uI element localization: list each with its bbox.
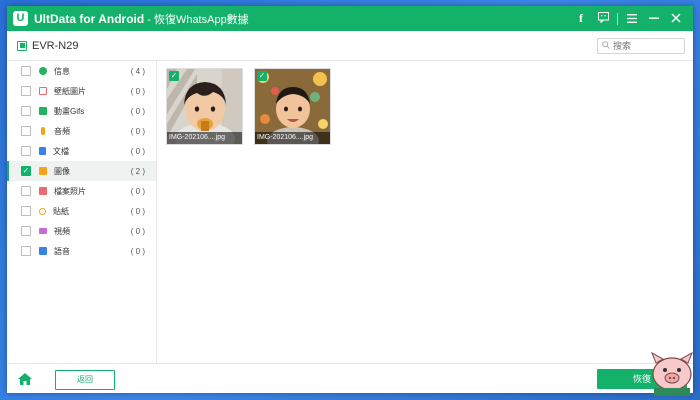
category-count: ( 0 ) xyxy=(130,226,145,236)
voice-icon xyxy=(39,247,47,255)
category-label: 信息 xyxy=(54,66,70,76)
thumbnail-filename: IMG-202106....jpg xyxy=(167,132,242,144)
feedback-icon[interactable] xyxy=(592,11,614,26)
category-checkbox[interactable] xyxy=(21,66,31,76)
app-window: U UltData for Android - 恢復WhatsApp數據 f E… xyxy=(7,6,693,393)
image-thumbnail[interactable]: ✓ IMG-202106....jpg xyxy=(254,68,331,145)
category-checkbox[interactable] xyxy=(21,206,31,216)
message-icon xyxy=(39,67,47,75)
app-logo-icon: U xyxy=(13,11,28,26)
category-label: 音頻 xyxy=(54,126,70,136)
category-checkbox[interactable]: ✓ xyxy=(21,166,31,176)
gif-icon xyxy=(39,107,47,115)
category-count: ( 0 ) xyxy=(130,186,145,196)
category-row-gif[interactable]: 動畫Gifs ( 0 ) xyxy=(7,101,156,121)
category-checkbox[interactable] xyxy=(21,126,31,136)
category-row-document[interactable]: 文檔 ( 0 ) xyxy=(7,141,156,161)
category-label: 動畫Gifs xyxy=(54,106,85,116)
facebook-icon[interactable]: f xyxy=(570,11,592,26)
watermark-pig-logo xyxy=(651,351,693,396)
category-row-wallpaper[interactable]: 壁紙圖片 ( 0 ) xyxy=(7,81,156,101)
app-name: UltData for Android xyxy=(34,11,145,26)
search-box[interactable] xyxy=(597,38,685,54)
image-icon xyxy=(39,167,47,175)
home-icon[interactable] xyxy=(17,372,33,386)
video-icon xyxy=(39,228,47,234)
thumbnail-filename: IMG-202106....jpg xyxy=(255,132,330,144)
category-label: 壁紙圖片 xyxy=(54,86,86,96)
category-row-sticker[interactable]: 貼紙 ( 0 ) xyxy=(7,201,156,221)
microphone-icon xyxy=(41,127,45,135)
search-input[interactable] xyxy=(613,41,677,51)
sticker-icon xyxy=(39,207,46,215)
category-checkbox[interactable] xyxy=(21,86,31,96)
category-checkbox[interactable] xyxy=(21,186,31,196)
category-checkbox[interactable] xyxy=(21,106,31,116)
search-icon xyxy=(602,41,610,51)
close-icon[interactable] xyxy=(665,12,687,26)
thumbnail-checkbox[interactable]: ✓ xyxy=(169,71,179,81)
category-label: 視頻 xyxy=(54,226,70,236)
category-count: ( 0 ) xyxy=(130,106,145,116)
category-count: ( 2 ) xyxy=(130,166,145,176)
category-label: 檔案照片 xyxy=(54,186,86,196)
category-sidebar: 信息 ( 4 ) 壁紙圖片 ( 0 ) 動畫Gifs ( 0 ) 音頻 ( 0 … xyxy=(7,61,157,363)
title-bar: U UltData for Android - 恢復WhatsApp數據 f xyxy=(7,6,693,31)
image-grid: ✓ IMG-202106....jpg ✓ IMG-202106....jpg xyxy=(157,61,693,363)
device-bar: EVR-N29 xyxy=(7,31,693,61)
category-row-message[interactable]: 信息 ( 4 ) xyxy=(7,61,156,81)
category-label: 貼紙 xyxy=(53,206,69,216)
device-name: EVR-N29 xyxy=(32,39,79,52)
wallpaper-icon xyxy=(39,87,47,95)
category-row-voice[interactable]: 語音 ( 0 ) xyxy=(7,241,156,261)
minimize-icon[interactable] xyxy=(643,12,665,26)
category-count: ( 0 ) xyxy=(130,206,145,216)
category-count: ( 0 ) xyxy=(130,126,145,136)
category-count: ( 0 ) xyxy=(130,86,145,96)
category-row-audio[interactable]: 音頻 ( 0 ) xyxy=(7,121,156,141)
category-checkbox[interactable] xyxy=(21,246,31,256)
category-count: ( 0 ) xyxy=(130,246,145,256)
category-checkbox[interactable] xyxy=(21,146,31,156)
category-label: 語音 xyxy=(54,246,70,256)
category-label: 文檔 xyxy=(53,146,69,156)
document-icon xyxy=(39,147,46,155)
category-count: ( 0 ) xyxy=(130,146,145,156)
titlebar-divider xyxy=(617,12,618,25)
device-icon xyxy=(17,40,27,51)
back-button[interactable]: 返回 xyxy=(55,370,115,390)
thumbnail-checkbox[interactable]: ✓ xyxy=(257,71,267,81)
image-thumbnail[interactable]: ✓ IMG-202106....jpg xyxy=(166,68,243,145)
category-count: ( 4 ) xyxy=(130,66,145,76)
category-label: 圖像 xyxy=(54,166,70,176)
category-row-image[interactable]: ✓ 圖像 ( 2 ) xyxy=(7,161,156,181)
photo-icon xyxy=(39,187,47,195)
category-checkbox[interactable] xyxy=(21,226,31,236)
app-subtitle: - 恢復WhatsApp數據 xyxy=(147,13,249,26)
category-row-video[interactable]: 視頻 ( 0 ) xyxy=(7,221,156,241)
footer-bar: 返回 恢復 xyxy=(7,363,693,393)
category-row-archive-photo[interactable]: 檔案照片 ( 0 ) xyxy=(7,181,156,201)
menu-icon[interactable] xyxy=(621,12,643,26)
